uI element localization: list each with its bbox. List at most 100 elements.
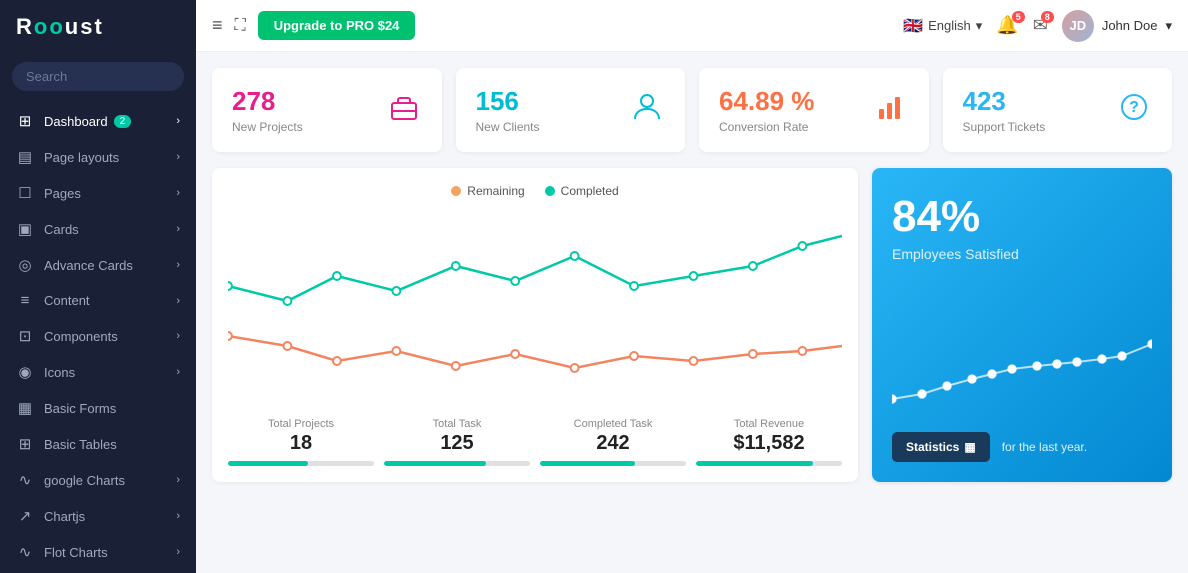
- search-container: [12, 62, 184, 91]
- satisfaction-chart: [892, 262, 1152, 424]
- basic-tables-icon: ⊞: [16, 435, 34, 453]
- remaining-dot: [451, 186, 461, 196]
- sidebar-item-content[interactable]: ≡ Content ›: [0, 283, 196, 318]
- completed-label: Completed: [561, 184, 619, 198]
- cs-value-projects: 18: [228, 432, 374, 455]
- cs-value-tasks: 125: [384, 432, 530, 455]
- sidebar-item-label: Cards: [44, 222, 79, 237]
- content-area: 278 New Projects 156 New Clients: [196, 52, 1188, 573]
- pages-icon: ☐: [16, 184, 34, 202]
- topbar-right: 🇬🇧 English ▾ 🔔 5 ✉ 8 JD John Doe ▾: [903, 10, 1172, 42]
- legend-completed: Completed: [545, 184, 619, 198]
- sidebar-item-label: Advance Cards: [44, 258, 133, 273]
- sidebar-item-pages[interactable]: ☐ Pages ›: [0, 175, 196, 211]
- flag-icon: 🇬🇧: [903, 16, 923, 36]
- chart-stat-completed: Completed Task 242: [540, 418, 686, 466]
- progress-fill-completed: [540, 461, 635, 466]
- sidebar-item-page-layouts[interactable]: ▤ Page layouts ›: [0, 139, 196, 175]
- cs-value-revenue: $11,582: [696, 432, 842, 455]
- question-icon: ?: [1116, 89, 1152, 132]
- stat-info-projects: 278 New Projects: [232, 86, 303, 134]
- cs-label-revenue: Total Revenue: [696, 418, 842, 430]
- bottom-row: Remaining Completed: [212, 168, 1172, 482]
- basic-forms-icon: ▦: [16, 399, 34, 417]
- chevron-right-icon: ›: [176, 510, 180, 522]
- statistics-button[interactable]: Statistics ▦: [892, 432, 990, 462]
- stat-info-tickets: 423 Support Tickets: [963, 86, 1046, 134]
- sidebar-item-label: Dashboard: [44, 114, 108, 129]
- chevron-right-icon: ›: [176, 259, 180, 271]
- main-area: ≡ ⛶ Upgrade to PRO $24 🇬🇧 English ▾ 🔔 5 …: [196, 0, 1188, 573]
- user-menu-button[interactable]: JD John Doe ▾: [1062, 10, 1172, 42]
- sidebar-item-advance-cards[interactable]: ◎ Advance Cards ›: [0, 247, 196, 283]
- chevron-right-icon: ›: [176, 187, 180, 199]
- fullscreen-button[interactable]: ⛶: [235, 17, 246, 35]
- chevron-right-icon: ›: [176, 474, 180, 486]
- chevron-down-icon: ▾: [976, 18, 983, 34]
- language-selector[interactable]: 🇬🇧 English ▾: [903, 16, 982, 36]
- cs-value-completed: 242: [540, 432, 686, 455]
- sidebar-item-label: Components: [44, 329, 118, 344]
- stat-label-projects: New Projects: [232, 120, 303, 134]
- topbar: ≡ ⛶ Upgrade to PRO $24 🇬🇧 English ▾ 🔔 5 …: [196, 0, 1188, 52]
- chevron-right-icon: ›: [176, 546, 180, 558]
- chevron-right-icon: ›: [176, 295, 180, 307]
- satisfaction-percentage: 84%: [892, 192, 1152, 242]
- sidebar-item-basic-tables[interactable]: ⊞ Basic Tables: [0, 426, 196, 462]
- notifications-button[interactable]: 🔔 5: [996, 15, 1018, 36]
- sidebar-item-label: Icons: [44, 365, 75, 380]
- chart-legend: Remaining Completed: [228, 184, 842, 198]
- sidebar-item-components[interactable]: ⊡ Components ›: [0, 318, 196, 354]
- blue-card-bottom: Statistics ▦ for the last year.: [892, 432, 1152, 462]
- upgrade-button[interactable]: Upgrade to PRO $24: [258, 11, 416, 40]
- completed-dot: [545, 186, 555, 196]
- chart-bar-icon: [873, 89, 909, 132]
- stat-card-clients: 156 New Clients: [456, 68, 686, 152]
- chevron-right-icon: ›: [176, 115, 180, 127]
- progress-bar-revenue: [696, 461, 842, 466]
- search-input[interactable]: [12, 62, 184, 91]
- chevron-right-icon: ›: [176, 330, 180, 342]
- satisfaction-card: 84% Employees Satisfied: [872, 168, 1172, 482]
- progress-fill-tasks: [384, 461, 486, 466]
- stats-label: Statistics: [906, 440, 959, 454]
- sidebar-item-label: Basic Forms: [44, 401, 116, 416]
- sidebar-item-cards[interactable]: ▣ Cards ›: [0, 211, 196, 247]
- progress-bar-completed: [540, 461, 686, 466]
- dashboard-badge: 2: [114, 115, 132, 128]
- cs-label-completed: Completed Task: [540, 418, 686, 430]
- chevron-right-icon: ›: [176, 223, 180, 235]
- stat-label-conversion: Conversion Rate: [719, 120, 814, 134]
- content-icon: ≡: [16, 292, 34, 309]
- svg-text:?: ?: [1129, 99, 1139, 116]
- sidebar-item-google-charts[interactable]: ∿ google Charts ›: [0, 462, 196, 498]
- messages-button[interactable]: ✉ 8: [1033, 15, 1048, 36]
- progress-bar-projects: [228, 461, 374, 466]
- sidebar-item-flot-charts[interactable]: ∿ Flot Charts ›: [0, 534, 196, 570]
- logo: Rooust: [0, 0, 196, 54]
- chart-stat-projects: Total Projects 18: [228, 418, 374, 466]
- stat-value-projects: 278: [232, 86, 303, 117]
- sidebar-item-label: Chartjs: [44, 509, 85, 524]
- topbar-left: ≡ ⛶ Upgrade to PRO $24: [212, 11, 415, 40]
- legend-remaining: Remaining: [451, 184, 524, 198]
- chartjs-icon: ↗: [16, 507, 34, 525]
- sidebar-item-dashboard[interactable]: ⊞ Dashboard 2 ›: [0, 103, 196, 139]
- sidebar-item-icons[interactable]: ◉ Icons ›: [0, 354, 196, 390]
- language-label: English: [928, 18, 971, 33]
- chart-icon: ▦: [964, 440, 975, 454]
- sidebar-item-label: Page layouts: [44, 150, 119, 165]
- chevron-right-icon: ›: [176, 366, 180, 378]
- satisfaction-label: Employees Satisfied: [892, 246, 1152, 262]
- sidebar-item-chartjs[interactable]: ↗ Chartjs ›: [0, 498, 196, 534]
- sidebar-item-label: Basic Tables: [44, 437, 117, 452]
- year-text: for the last year.: [1002, 440, 1087, 454]
- dashboard-icon: ⊞: [16, 112, 34, 130]
- hamburger-button[interactable]: ≡: [212, 15, 223, 36]
- chevron-right-icon: ›: [176, 151, 180, 163]
- flot-charts-icon: ∿: [16, 543, 34, 561]
- messages-badge: 8: [1041, 11, 1054, 23]
- sidebar-item-basic-forms[interactable]: ▦ Basic Forms: [0, 390, 196, 426]
- progress-fill-projects: [228, 461, 308, 466]
- sidebar-item-label: Content: [44, 293, 90, 308]
